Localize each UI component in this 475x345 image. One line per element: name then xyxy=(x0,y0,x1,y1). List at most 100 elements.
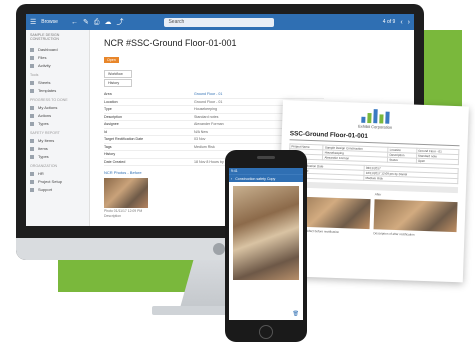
workflow-button[interactable]: Workflow xyxy=(104,70,132,78)
types-icon xyxy=(30,121,34,126)
field-label: Assignee xyxy=(104,122,119,127)
report-cell: Status xyxy=(387,157,417,164)
sidebar-item-types[interactable]: Types xyxy=(30,153,85,161)
sidebar-item-label: Items xyxy=(38,146,48,152)
report-cell: Alexander Forman xyxy=(322,154,388,163)
field-label: Target Rectification Date xyxy=(104,137,144,142)
report-table-2: Target Rectification Date03/11/2017Date … xyxy=(288,162,459,184)
sidebar-item-types[interactable]: Types xyxy=(30,120,85,128)
field-value: Housekeeping xyxy=(194,107,217,112)
hr-icon xyxy=(30,171,34,176)
field-label: Location xyxy=(104,99,118,104)
sidebar-item-label: Actions xyxy=(38,113,52,119)
sidebar-item-my-items[interactable]: My Items xyxy=(30,137,85,145)
trash-icon[interactable]: 🗑 xyxy=(293,311,299,317)
sidebar-item-dashboard[interactable]: Dashboard xyxy=(30,46,85,54)
status-badge: Open xyxy=(104,57,119,63)
search-input[interactable]: Search xyxy=(164,17,275,27)
field-label: History xyxy=(104,152,116,157)
sidebar-item-templates[interactable]: Templates xyxy=(30,87,85,95)
sidebar-section-progress: PROGRESS TO DONE xyxy=(30,97,68,102)
sidebar-item-activity[interactable]: Activity xyxy=(30,62,85,70)
field-label: Date Created xyxy=(104,159,126,164)
field-label: Type xyxy=(104,107,112,112)
company-name: SAMPLE DESIGN CONSTRUCTION xyxy=(30,33,60,42)
dashboard-icon xyxy=(30,47,34,52)
sidebar-item-sheets[interactable]: Sheets xyxy=(30,79,85,87)
sidebar-item-label: Sheets xyxy=(38,80,51,86)
phone-speaker xyxy=(257,156,275,159)
sidebar-item-label: HR xyxy=(38,171,44,177)
history-button[interactable]: History xyxy=(104,79,132,87)
sidebar-item-project-setup[interactable]: Project Setup xyxy=(30,178,85,186)
share-icon[interactable]: ⤴ xyxy=(116,19,123,26)
field-value: Alexander Forman xyxy=(194,122,224,127)
report-cell: Open xyxy=(416,158,459,165)
sidebar-item-files[interactable]: Files xyxy=(30,54,85,62)
ncr-photo-thumbnail[interactable] xyxy=(104,178,148,208)
support-icon xyxy=(30,187,34,192)
sidebar-section-safety: SAFETY REPORT xyxy=(30,130,60,135)
phone-photo[interactable] xyxy=(233,186,299,280)
smartphone: 9:41 ‹ Construction safety Copy 🗑 xyxy=(225,150,307,342)
items-icon xyxy=(30,138,34,143)
sidebar-item-label: My Actions xyxy=(38,105,58,111)
sidebar-item-hr[interactable]: HR xyxy=(30,170,85,178)
field-value: Standard notes xyxy=(194,114,219,119)
field-label: Description xyxy=(104,114,122,119)
sidebar: SAMPLE DESIGN CONSTRUCTION Dashboard File… xyxy=(26,30,90,226)
sidebar-item-label: Project Setup xyxy=(38,179,63,185)
edit-icon[interactable]: ✎ xyxy=(83,19,89,26)
back-arrow-icon[interactable]: ← xyxy=(71,19,78,26)
sidebar-item-actions[interactable]: Actions xyxy=(30,112,85,120)
print-icon[interactable]: ⎙ xyxy=(94,19,100,26)
cloud-icon[interactable]: ☁ xyxy=(104,19,111,26)
home-button[interactable] xyxy=(259,325,273,339)
sidebar-item-label: Activity xyxy=(38,63,51,69)
items-icon xyxy=(30,146,34,151)
sidebar-item-label: Support xyxy=(38,187,53,193)
photo-label-after: After xyxy=(374,192,382,197)
field-row: Area Ground Floor - 01 xyxy=(104,91,324,99)
report-table: Project Name Sample Design Construction Lo… xyxy=(289,143,459,165)
sidebar-item-label: Dashboard xyxy=(38,47,58,53)
sidebar-item-items[interactable]: Items xyxy=(30,145,85,153)
field-value[interactable]: Ground Floor - 01 xyxy=(194,92,222,96)
caption-after: Description of after rectification xyxy=(373,231,415,237)
next-icon[interactable]: › xyxy=(408,19,410,26)
record-counter: 4 of 9 xyxy=(382,19,396,25)
field-label: Tags xyxy=(104,144,112,149)
sidebar-section-tools: Tools xyxy=(30,72,39,77)
phone-title: Construction safety Copy xyxy=(235,176,276,181)
sidebar-item-label: Types xyxy=(38,154,49,160)
sidebar-item-support[interactable]: Support xyxy=(30,186,85,194)
field-value: 03 Nov xyxy=(194,137,206,142)
actions-icon xyxy=(30,113,34,118)
sidebar-item-label: Templates xyxy=(38,88,57,94)
app-topbar: ☰ Browse ← ✎ ⎙ ☁ ⤴ Search 4 of 9 ‹ › xyxy=(26,14,414,30)
app-title: Browse xyxy=(41,19,58,25)
menu-icon[interactable]: ☰ xyxy=(30,19,36,26)
page-title: NCR #SSC-Ground Floor-01-001 xyxy=(104,38,237,48)
sidebar-item-my-actions[interactable]: My Actions xyxy=(30,104,85,112)
files-icon xyxy=(30,55,34,60)
field-label: Id xyxy=(104,129,107,134)
sidebar-item-label: Types xyxy=(38,121,49,127)
back-icon[interactable]: ‹ xyxy=(231,177,232,181)
prev-icon[interactable]: ‹ xyxy=(400,19,402,26)
report-photo-after xyxy=(373,199,458,233)
actions-icon xyxy=(30,105,34,110)
field-value: Medium Risk xyxy=(194,144,215,149)
phone-navbar: ‹ Construction safety Copy xyxy=(229,174,303,182)
phone-screen: 9:41 ‹ Construction safety Copy 🗑 xyxy=(229,168,303,320)
power-indicator xyxy=(213,243,225,255)
templates-icon xyxy=(30,88,34,93)
field-value: Ground Floor - 01 xyxy=(194,99,223,104)
sidebar-section-org: ORGANIZATION xyxy=(30,163,58,168)
field-label: Area xyxy=(104,92,112,97)
activity-icon xyxy=(30,63,34,68)
sidebar-item-label: My Items xyxy=(38,138,55,144)
field-value: N/A New xyxy=(194,129,208,134)
setup-icon xyxy=(30,179,34,184)
types-icon xyxy=(30,154,34,159)
